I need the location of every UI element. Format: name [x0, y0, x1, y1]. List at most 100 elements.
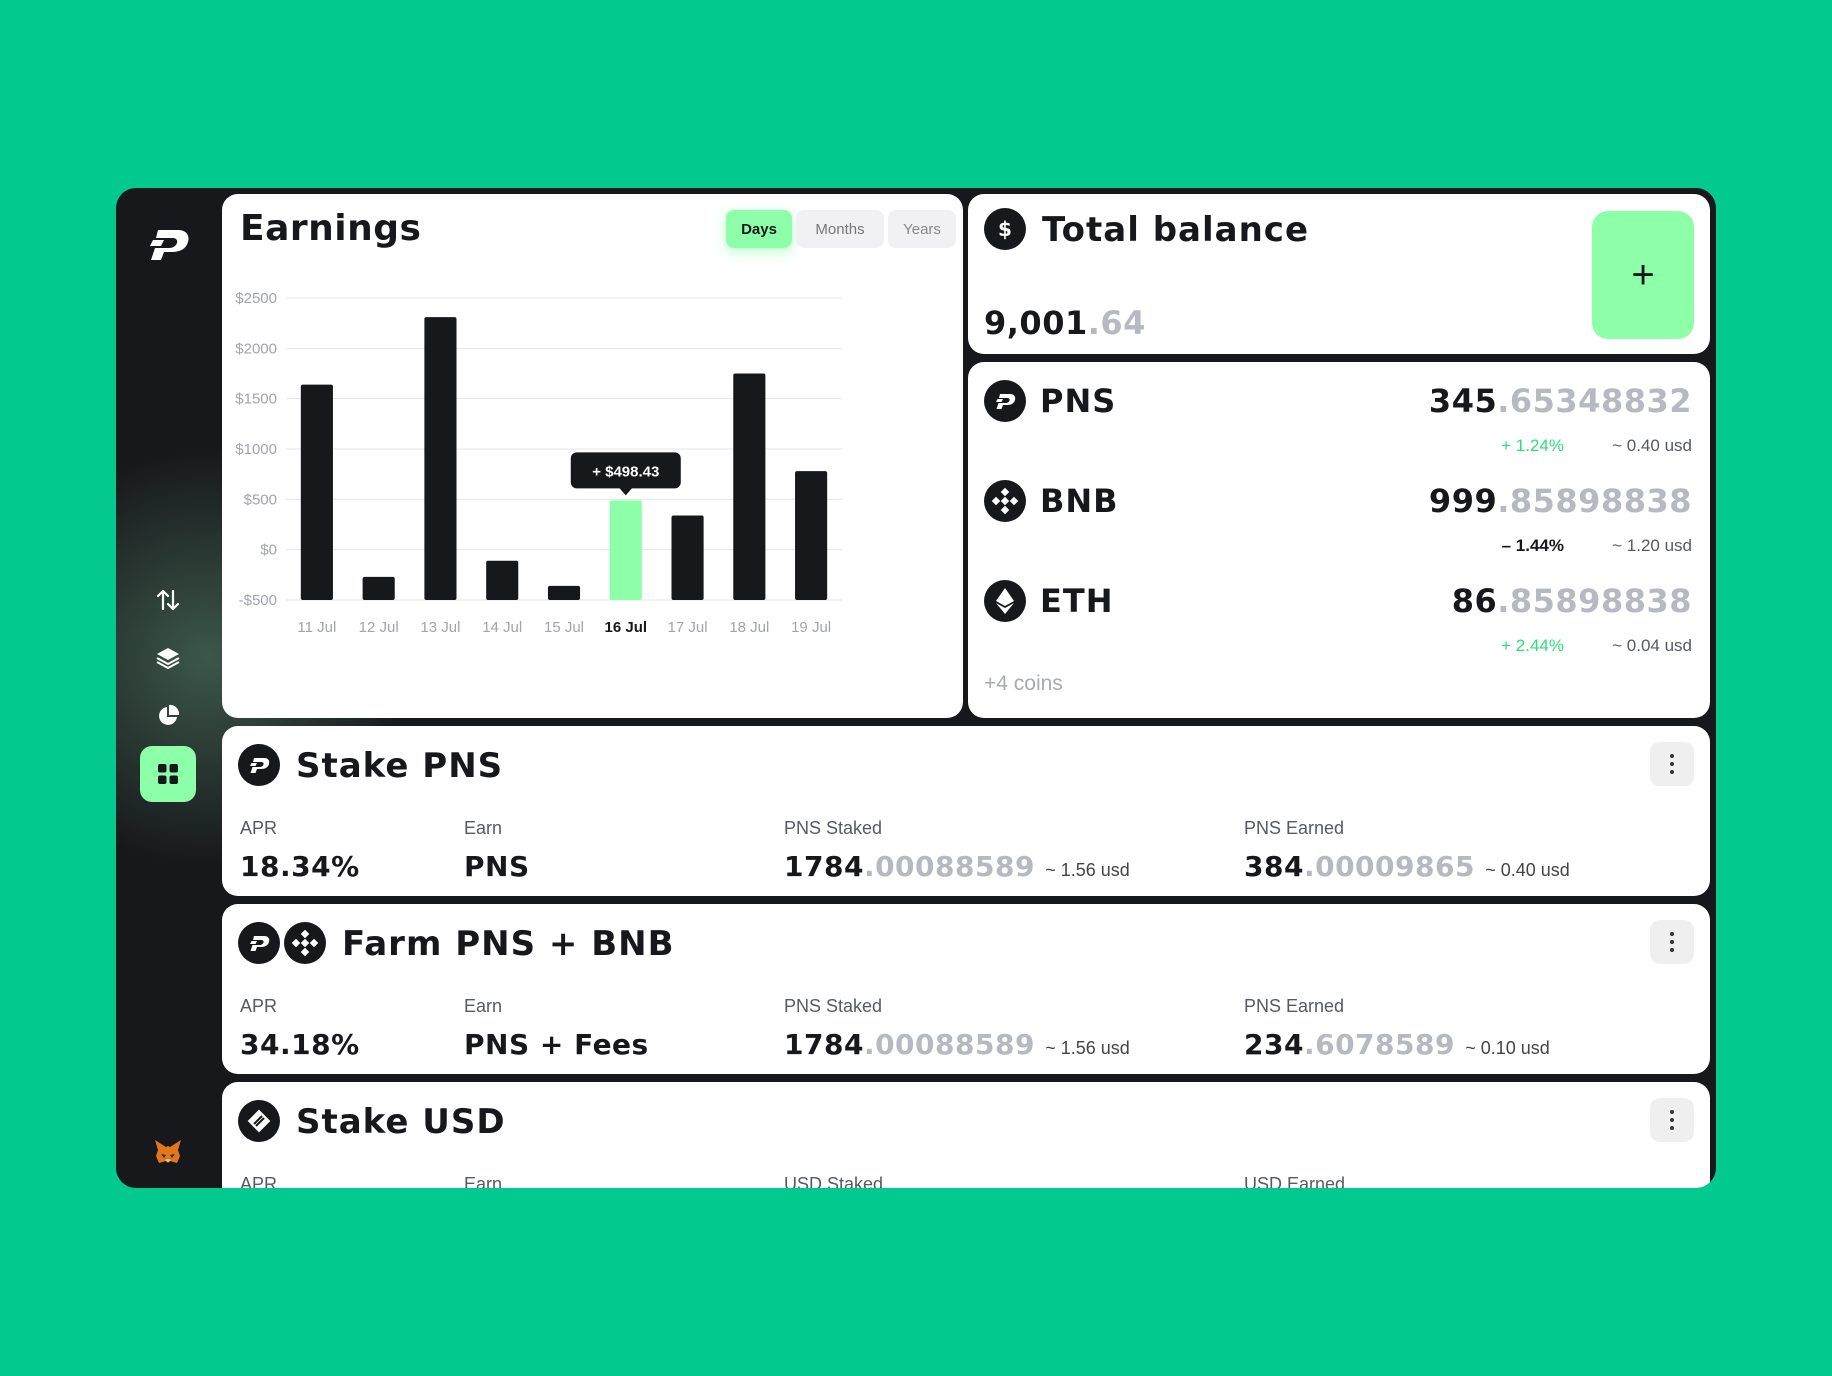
pns-coin-icon	[238, 922, 280, 964]
balance-amount-dec: .64	[1087, 304, 1146, 342]
x-tick-label: 13 Jul	[420, 619, 460, 636]
x-tick-label: 12 Jul	[359, 619, 399, 636]
staked-value: 1784.00088589 ~ 1.56 usd	[784, 850, 1130, 883]
bar	[424, 317, 457, 600]
pns-coin-icon	[238, 744, 280, 786]
tooltip-value: + $498.43	[592, 463, 659, 480]
y-tick-label: $2000	[235, 340, 277, 357]
y-tick-label: $1000	[235, 441, 277, 458]
grid-icon	[158, 764, 178, 784]
staked-label: PNS Staked	[784, 996, 883, 1016]
bar	[609, 500, 642, 600]
staked-dec: .00088589	[863, 850, 1035, 883]
coin-change-eth: + 2.44%	[1501, 636, 1564, 655]
earned-label: USD Earned	[1244, 1174, 1346, 1188]
apr-value: 34.18%	[240, 1028, 360, 1061]
x-tick-label: 14 Jul	[482, 619, 522, 636]
y-tick-label: $0	[260, 542, 277, 559]
toggle-years[interactable]: Years	[888, 210, 956, 248]
x-tick-label: 15 Jul	[544, 619, 584, 636]
svg-text:$: $	[998, 217, 1012, 241]
eth-icon	[984, 580, 1026, 622]
pool-title: Farm PNS + BNB	[342, 924, 675, 964]
layers-icon	[156, 648, 180, 669]
coin-amount-dec: .85898838	[1497, 582, 1692, 620]
pns-logo-icon[interactable]	[144, 224, 192, 264]
coin-amount-bnb: 999.85898838	[1429, 482, 1692, 520]
earned-value: 234.6078589 ~ 0.10 usd	[1244, 1028, 1550, 1061]
nav-layers[interactable]	[140, 630, 196, 686]
pool-card-farm-pns-bnb: Farm PNS + BNB APR Earn PNS Staked PNS E…	[222, 904, 1710, 1074]
coin-usd-bnb: ~ 1.20 usd	[1612, 536, 1692, 555]
pool-card-stake-pns: Stake PNS APR Earn PNS Staked PNS Earned…	[222, 726, 1710, 896]
coin-usd-pns: ~ 0.40 usd	[1612, 436, 1692, 455]
dollar-icon: $	[984, 208, 1026, 250]
more-options-button[interactable]	[1650, 1098, 1694, 1142]
bar	[671, 515, 704, 600]
coins-card: PNS 345.65348832 + 1.24% ~ 0.40 usd BNB …	[968, 362, 1710, 718]
earned-usd: ~ 0.40 usd	[1485, 860, 1570, 880]
nav-dashboard[interactable]	[140, 746, 196, 802]
toggle-days[interactable]: Days	[726, 210, 792, 248]
more-coins-link[interactable]: +4 coins	[984, 672, 1063, 696]
bar	[486, 560, 519, 600]
coin-name-eth: ETH	[1040, 582, 1114, 620]
nav-swap[interactable]	[140, 572, 196, 628]
swap-arrows-icon	[156, 589, 180, 611]
apr-value: 18.34%	[240, 850, 360, 883]
staked-int: 1784	[784, 1028, 864, 1061]
staked-label: PNS Staked	[784, 818, 883, 838]
sidebar	[116, 188, 220, 1188]
x-tick-label: 19 Jul	[791, 619, 831, 636]
usd-coin-icon	[238, 1100, 280, 1142]
app-window: Earnings Days Months Years $2500 $2000 $15…	[116, 188, 1716, 1188]
y-tick-label: -$500	[239, 592, 277, 609]
coin-amount-pns: 345.65348832	[1429, 382, 1692, 420]
coin-name-bnb: BNB	[1040, 482, 1119, 520]
staked-label: USD Staked	[784, 1174, 884, 1188]
earned-dec: .6078589	[1303, 1028, 1455, 1061]
balance-amount: 9,001.64	[984, 304, 1146, 342]
pool-card-stake-usd: Stake USD APR Earn USD Staked USD Earned	[222, 1082, 1710, 1188]
bar	[547, 585, 581, 600]
earned-usd: ~ 0.10 usd	[1465, 1038, 1550, 1058]
earnings-title: Earnings	[240, 208, 422, 249]
pool-title: Stake PNS	[296, 746, 504, 786]
add-funds-button[interactable]: +	[1592, 211, 1694, 339]
earnings-card: Earnings Days Months Years $2500 $2000 $15…	[222, 194, 963, 718]
tooltip-pointer	[618, 487, 633, 496]
earned-dec: .00009865	[1303, 850, 1475, 883]
coin-amount-int: 345	[1428, 382, 1498, 420]
staked-int: 1784	[784, 850, 864, 883]
nav-analytics[interactable]	[140, 688, 196, 744]
earn-label: Earn	[464, 996, 503, 1016]
earn-label: Earn	[464, 1174, 503, 1188]
bar	[300, 384, 333, 600]
earned-label: PNS Earned	[1244, 818, 1345, 838]
pie-chart-icon	[159, 704, 180, 725]
apr-label: APR	[240, 1174, 278, 1188]
bar	[733, 373, 766, 600]
earnings-bar-chart: $2500 $2000 $1500 $1000 $500 $0 -$500 11 Jul 12 …	[235, 290, 842, 636]
staked-usd: ~ 1.56 usd	[1045, 860, 1130, 880]
earned-int: 384	[1244, 850, 1304, 883]
earned-label: PNS Earned	[1244, 996, 1345, 1016]
pool-title: Stake USD	[296, 1102, 506, 1142]
coin-amount-int: 999	[1428, 482, 1498, 520]
bar	[795, 471, 828, 600]
earn-value: PNS + Fees	[464, 1028, 649, 1061]
coin-change-pns: + 1.24%	[1501, 436, 1564, 455]
x-tick-label: 16 Jul	[605, 619, 648, 636]
more-options-button[interactable]	[1650, 742, 1694, 786]
bar	[362, 576, 395, 600]
metamask-fox-icon[interactable]	[152, 1136, 184, 1168]
earned-int: 234	[1244, 1028, 1304, 1061]
more-options-button[interactable]	[1650, 920, 1694, 964]
coin-amount-dec: .85898838	[1497, 482, 1692, 520]
toggle-months[interactable]: Months	[796, 210, 884, 248]
x-tick-label: 17 Jul	[668, 619, 708, 636]
balance-title: Total balance	[1042, 210, 1310, 250]
earn-value: PNS	[464, 850, 530, 883]
apr-label: APR	[240, 818, 278, 838]
coin-amount-dec: .65348832	[1497, 382, 1692, 420]
